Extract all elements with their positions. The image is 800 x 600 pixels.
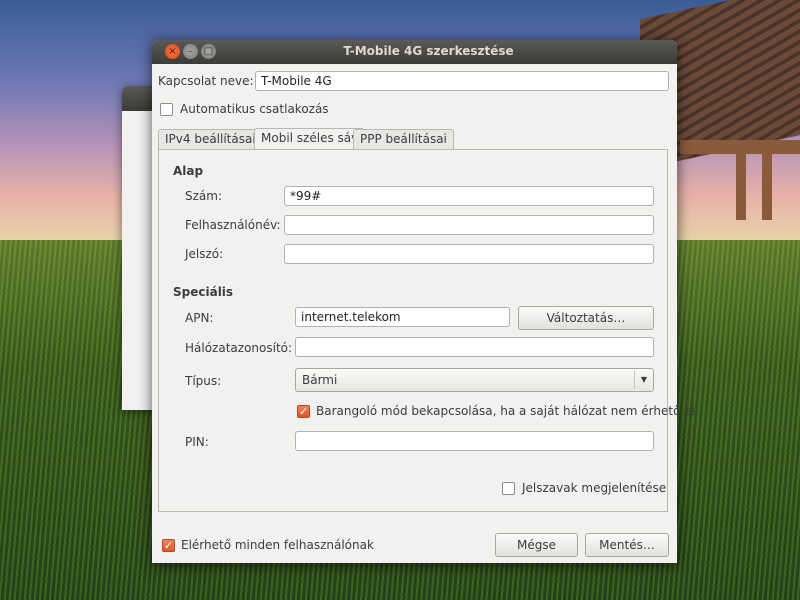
network-id-input[interactable]	[295, 337, 654, 357]
username-label: Felhasználónév:	[185, 218, 281, 232]
auto-connect-checkbox[interactable]	[160, 103, 173, 116]
change-apn-button[interactable]: Változtatás…	[518, 306, 654, 330]
chevron-down-icon: ▼	[634, 371, 653, 389]
tab-mobile-broadband[interactable]: Mobil széles sáv	[254, 128, 366, 150]
tab-ipv4[interactable]: IPv4 beállításai	[158, 129, 263, 149]
number-input[interactable]: *99#	[284, 186, 654, 206]
roof-post	[762, 150, 772, 220]
auto-connect-label: Automatikus csatlakozás	[180, 102, 329, 116]
apn-label: APN:	[185, 311, 214, 325]
basic-heading: Alap	[173, 164, 204, 178]
apn-input[interactable]: internet.telekom	[295, 307, 510, 327]
all-users-checkbox[interactable]: ✓	[162, 539, 175, 552]
network-id-label: Hálózatazonosító:	[185, 341, 293, 355]
password-input[interactable]	[284, 244, 654, 264]
roof-post	[736, 150, 746, 220]
username-input[interactable]	[284, 215, 654, 235]
roaming-label: Barangoló mód bekapcsolása, ha a saját h…	[316, 404, 695, 418]
show-passwords-label: Jelszavak megjelenítése	[522, 481, 667, 495]
cancel-button[interactable]: Mégse	[495, 533, 578, 557]
roaming-checkbox[interactable]: ✓	[297, 405, 310, 418]
window-title: T-Mobile 4G szerkesztése	[343, 44, 514, 58]
titlebar[interactable]: × – □ T-Mobile 4G szerkesztése	[152, 40, 677, 64]
connection-name-label: Kapcsolat neve:	[158, 74, 254, 88]
pin-label: PIN:	[185, 435, 209, 449]
pin-input[interactable]	[295, 431, 654, 451]
advanced-heading: Speciális	[173, 285, 234, 299]
type-select[interactable]: Bármi ▼	[295, 368, 654, 392]
edit-connection-dialog: × – □ T-Mobile 4G szerkesztése Kapcsolat…	[152, 40, 695, 563]
number-label: Szám:	[185, 189, 223, 203]
tab-ppp[interactable]: PPP beállításai	[353, 129, 454, 149]
connection-name-input[interactable]: T-Mobile 4G	[255, 71, 669, 91]
password-label: Jelszó:	[185, 247, 224, 261]
all-users-label: Elérhető minden felhasználónak	[181, 538, 374, 552]
type-label: Típus:	[185, 374, 222, 388]
show-passwords-checkbox[interactable]	[502, 482, 515, 495]
type-select-value: Bármi	[302, 373, 338, 387]
save-button[interactable]: Mentés…	[585, 533, 669, 557]
